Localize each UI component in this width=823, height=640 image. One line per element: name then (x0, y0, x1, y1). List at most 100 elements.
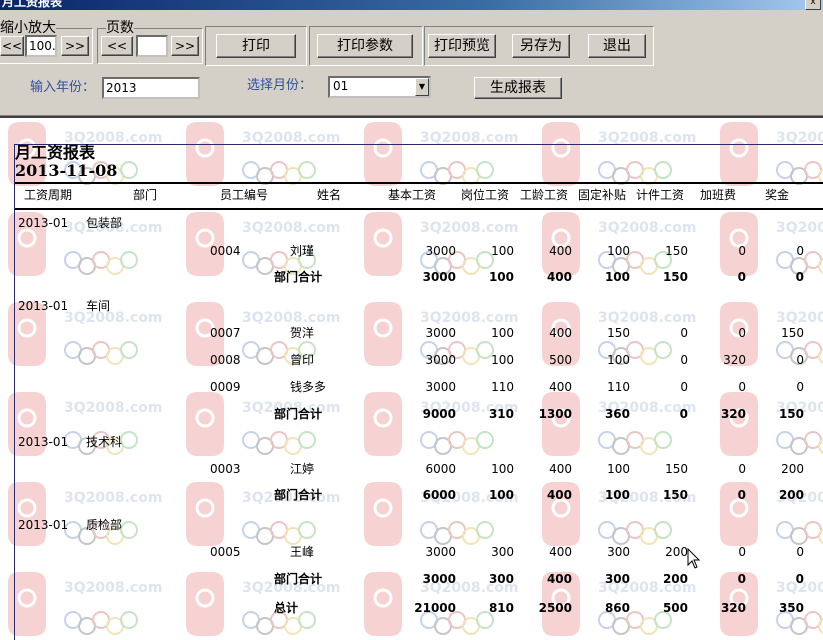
svg-text:3Q2008.com: 3Q2008.com (242, 310, 340, 326)
salary-value: 0 (680, 380, 688, 394)
subtotal-value: 150 (778, 407, 804, 421)
close-icon[interactable]: x (805, 0, 821, 10)
employee-id: 0004 (210, 244, 241, 258)
salary-value: 400 (549, 462, 572, 476)
print-preview-button[interactable]: 打印预览 (428, 34, 496, 58)
subtotal-value: 100 (488, 488, 514, 502)
year-input[interactable]: 2013 (102, 77, 200, 99)
column-header: 姓名 (317, 188, 342, 202)
watermark-tile: 3Q2008.com (364, 122, 518, 186)
subtotal-value: 400 (546, 488, 572, 502)
svg-text:3Q2008.com: 3Q2008.com (64, 400, 162, 416)
salary-value: 6000 (425, 462, 456, 476)
salary-value: 400 (549, 326, 572, 340)
watermark-tile: 3Q2008.com (8, 482, 162, 546)
watermark-tile: 3Q2008.com (364, 392, 518, 456)
salary-value: 200 (665, 545, 688, 559)
salary-value: 100 (491, 244, 514, 258)
salary-value: 3000 (425, 545, 456, 559)
salary-value: 0 (796, 244, 804, 258)
salary-value: 110 (607, 380, 630, 394)
svg-text:3Q2008.com: 3Q2008.com (598, 220, 696, 236)
zoom-input[interactable]: 100. (25, 35, 57, 57)
total-value: 21000 (414, 601, 456, 615)
subtotal-value: 150 (662, 270, 688, 284)
salary-value: 110 (491, 380, 514, 394)
svg-text:3Q2008.com: 3Q2008.com (242, 220, 340, 236)
salary-value: 0 (738, 462, 746, 476)
subtotal-label: 部门合计 (274, 572, 323, 586)
print-button[interactable]: 打印 (216, 34, 296, 58)
salary-value: 100 (607, 244, 630, 258)
subtotal-value: 400 (546, 270, 572, 284)
exit-button[interactable]: 退出 (588, 34, 646, 58)
salary-value: 300 (491, 545, 514, 559)
watermark-tile: 3Q2008.com (720, 122, 823, 186)
svg-text:3Q2008.com: 3Q2008.com (776, 220, 823, 236)
page-prev-button[interactable]: << (101, 36, 133, 56)
month-select[interactable]: 01 ▼ (328, 76, 431, 98)
subtotal-label: 部门合计 (274, 407, 323, 421)
salary-value: 100 (607, 353, 630, 367)
total-value: 860 (604, 601, 630, 615)
dept-name: 质检部 (86, 518, 123, 532)
subtotal-value: 1300 (538, 407, 572, 421)
salary-value: 0 (796, 380, 804, 394)
employee-id: 0008 (210, 353, 241, 367)
header-rule-top (15, 182, 823, 184)
subtotal-value: 400 (546, 572, 572, 586)
salary-value: 150 (781, 326, 804, 340)
watermark-tile: 3Q2008.com (186, 392, 340, 456)
salary-value: 100 (491, 326, 514, 340)
salary-value: 3000 (425, 244, 456, 258)
employee-id: 0003 (210, 462, 241, 476)
subtotal-value: 0 (737, 488, 746, 502)
subtotal-value: 320 (720, 407, 746, 421)
subtotal-value: 100 (488, 270, 514, 284)
toolbar: 缩小放大 << 100. >> 页数 << >> 打印 打印参数 打印预览 另存… (0, 10, 823, 115)
svg-text:3Q2008.com: 3Q2008.com (420, 220, 518, 236)
total-value: 810 (488, 601, 514, 615)
subtotal-value: 360 (604, 407, 630, 421)
subtotal-value: 3000 (422, 572, 456, 586)
zoom-label: 缩小放大 (0, 20, 56, 36)
employee-name: 钱多多 (290, 380, 327, 394)
column-header: 奖金 (765, 188, 790, 202)
salary-value: 400 (549, 545, 572, 559)
column-header: 工资周期 (24, 188, 73, 202)
total-value: 350 (778, 601, 804, 615)
column-header: 计件工资 (636, 188, 685, 202)
svg-text:3Q2008.com: 3Q2008.com (598, 310, 696, 326)
total-label: 总计 (274, 601, 299, 615)
watermark-tile: 3Q2008.com (8, 572, 162, 636)
salary-value: 100 (607, 462, 630, 476)
salary-value: 150 (665, 244, 688, 258)
subtotal-value: 0 (737, 572, 746, 586)
save-as-button[interactable]: 另存为 (512, 34, 570, 58)
zoom-next-button[interactable]: >> (61, 36, 89, 56)
header-rule-bottom (15, 208, 823, 210)
chevron-down-icon[interactable]: ▼ (415, 78, 429, 96)
generate-report-button[interactable]: 生成报表 (474, 77, 562, 99)
subtotal-value: 310 (488, 407, 514, 421)
page-input[interactable] (136, 35, 168, 57)
subtotal-value: 200 (662, 572, 688, 586)
mouse-pointer-icon (687, 548, 701, 569)
window-titlebar: 月工资报表 x (0, 0, 823, 10)
employee-name: 刘瑾 (290, 244, 315, 258)
employee-name: 曾印 (290, 353, 315, 367)
salary-value: 0 (738, 326, 746, 340)
employee-name: 贺洋 (290, 326, 315, 340)
total-value: 320 (720, 601, 746, 615)
zoom-prev-button[interactable]: << (0, 36, 24, 56)
watermark-tile: 3Q2008.com (542, 122, 696, 186)
page-next-button[interactable]: >> (171, 36, 199, 56)
salary-value: 0 (680, 326, 688, 340)
dept-period: 2013-01 (18, 518, 69, 532)
year-label: 输入年份： (30, 80, 96, 95)
print-params-button[interactable]: 打印参数 (317, 34, 413, 58)
salary-value: 150 (607, 326, 630, 340)
employee-id: 0005 (210, 545, 241, 559)
subtotal-label: 部门合计 (274, 488, 323, 502)
column-header: 固定补贴 (578, 188, 627, 202)
